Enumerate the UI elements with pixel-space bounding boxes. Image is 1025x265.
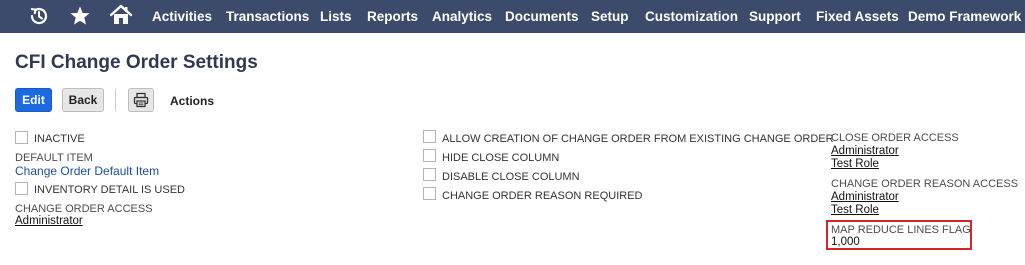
hide-close-column-field: HIDE CLOSE COLUMN [423,147,559,164]
inventory-detail-label: INVENTORY DETAIL IS USED [34,184,185,196]
hide-close-column-checkbox[interactable] [423,149,436,162]
nav-item-demo-framework[interactable]: Demo Framework [908,9,1021,24]
close-order-access-label: CLOSE ORDER ACCESS [831,132,959,144]
nav-item-analytics[interactable]: Analytics [432,9,492,24]
inactive-checkbox[interactable] [15,130,28,144]
map-reduce-label: MAP REDUCE LINES FLAG [831,224,971,236]
star-icon[interactable] [67,4,93,28]
allow-creation-label: ALLOW CREATION OF CHANGE ORDER FROM EXIS… [442,133,834,145]
back-button[interactable]: Back [62,88,104,112]
nav-item-customization[interactable]: Customization [645,9,738,24]
map-reduce-value: 1,000 [831,236,860,248]
nav-item-documents[interactable]: Documents [505,9,579,24]
print-icon [133,92,149,108]
recent-records-icon[interactable] [26,4,52,28]
page-title: CFI Change Order Settings [15,52,258,73]
nav-item-reports[interactable]: Reports [367,9,418,24]
nav-item-support[interactable]: Support [749,9,801,24]
nav-item-lists[interactable]: Lists [320,9,352,24]
reason-required-field: CHANGE ORDER REASON REQUIRED [423,185,642,202]
reason-access-link-test-role[interactable]: Test Role [831,204,879,216]
nav-item-activities[interactable]: Activities [152,9,212,24]
disable-close-column-field: DISABLE CLOSE COLUMN [423,166,580,183]
print-button[interactable] [128,88,154,112]
change-order-access-label: CHANGE ORDER ACCESS [15,203,153,215]
inventory-detail-checkbox[interactable] [15,181,28,195]
top-navigation-bar: Activities Transactions Lists Reports An… [0,0,1025,33]
reason-access-label: CHANGE ORDER REASON ACCESS [831,178,1019,190]
nav-item-setup[interactable]: Setup [591,9,629,24]
disable-close-column-checkbox[interactable] [423,168,436,181]
default-item-label: DEFAULT ITEM [15,152,93,164]
edit-button[interactable]: Edit [15,88,52,112]
nav-item-transactions[interactable]: Transactions [226,9,309,24]
allow-creation-checkbox[interactable] [423,130,436,143]
disable-close-column-label: DISABLE CLOSE COLUMN [442,171,580,183]
close-order-access-link-test-role[interactable]: Test Role [831,158,879,170]
default-item-link[interactable]: Change Order Default Item [15,164,159,178]
reason-access-link-administrator[interactable]: Administrator [831,191,899,203]
allow-creation-field: ALLOW CREATION OF CHANGE ORDER FROM EXIS… [423,128,834,145]
close-order-access-link-administrator[interactable]: Administrator [831,145,899,157]
nav-item-fixed-assets[interactable]: Fixed Assets [816,9,899,24]
home-icon[interactable] [108,3,134,27]
reason-required-label: CHANGE ORDER REASON REQUIRED [442,190,643,202]
actions-menu[interactable]: Actions [170,94,214,108]
reason-required-checkbox[interactable] [423,187,436,200]
hide-close-column-label: HIDE CLOSE COLUMN [442,152,560,164]
inventory-detail-field: INVENTORY DETAIL IS USED [15,180,185,196]
change-order-access-link[interactable]: Administrator [15,215,83,227]
inactive-field: INACTIVE [15,129,85,145]
inactive-label: INACTIVE [34,133,85,145]
toolbar-divider [115,89,116,111]
